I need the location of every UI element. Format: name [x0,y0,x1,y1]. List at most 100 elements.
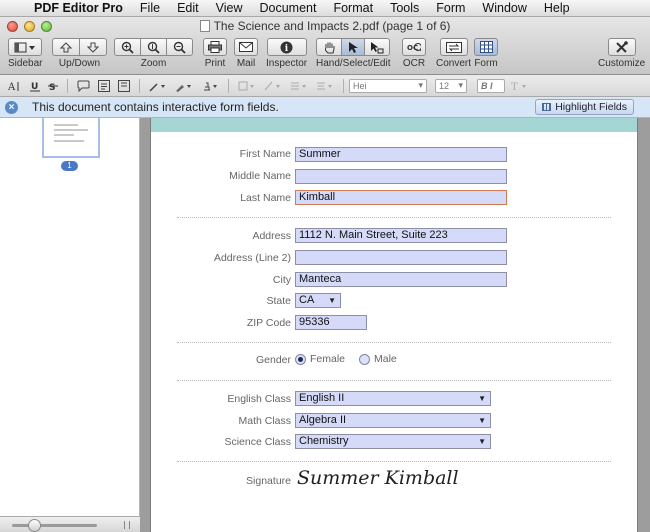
convert-button[interactable] [439,38,468,56]
form-tool: Form [474,38,498,69]
menu-document[interactable]: Document [251,1,325,15]
page-number-badge: 1 [61,161,78,171]
print-button[interactable] [203,38,227,56]
zip-code-field[interactable]: 95336 [295,315,367,330]
comment-icon[interactable] [77,80,90,92]
page-down-button[interactable] [79,38,107,56]
convert-label: Convert [436,58,472,69]
notice-message: This document contains interactive form … [32,100,279,114]
pen-icon[interactable] [149,80,167,92]
state-label: State [266,295,291,307]
resize-grip-icon[interactable] [124,521,130,529]
hand-select-edit-tool: Hand/Select/Edit [316,38,391,69]
zoom-out-button[interactable] [166,38,193,56]
window-title-text: The Science and Impacts 2.pdf (page 1 of… [213,19,451,33]
last-name-field[interactable]: Kimball [295,190,507,205]
menu-format[interactable]: Format [325,1,382,15]
thumb-line [54,124,78,126]
sidebar-button[interactable] [8,38,43,56]
zoom-tool: Zoom [114,38,193,69]
page-thumbnail[interactable] [42,118,100,158]
address-label: Address [252,230,291,242]
menu-view[interactable]: View [208,1,252,15]
highlight-fields-label: Highlight Fields [555,101,627,113]
page-header-band [151,118,637,132]
middle-name-field[interactable] [295,169,507,184]
menu-file[interactable]: File [132,1,169,15]
menu-edit[interactable]: Edit [169,1,208,15]
first-name-label: First Name [239,148,291,160]
line-color-icon[interactable] [264,80,282,92]
gender-option-male[interactable]: Male [359,353,397,365]
city-field[interactable]: Manteca [295,272,507,287]
mail-label: Mail [236,58,256,69]
main-toolbar: Sidebar Up/Down Zoom Print Mail i Inspec… [0,38,650,72]
ocr-icon: OC [407,43,421,52]
text-align-icon[interactable] [316,80,334,92]
menu-help[interactable]: Help [536,1,579,15]
state-select[interactable]: CA ▼ [295,293,341,308]
math-class-select[interactable]: Algebra II ▼ [295,413,491,428]
bold-italic-label: B I [481,80,493,91]
close-notice-icon[interactable]: × [5,100,18,114]
font-family-select[interactable]: Hei ▾ [349,78,427,93]
zoom-in-button[interactable] [114,38,141,56]
window-title: The Science and Impacts 2.pdf (page 1 of… [0,19,650,33]
address-line2-field[interactable] [295,250,507,265]
thumbnail-zoom-strip [0,516,140,532]
gender-option-female[interactable]: Female [295,353,345,365]
highlight-fields-button[interactable]: Highlight Fields [535,99,634,115]
state-value: CA [299,294,315,306]
menu-window[interactable]: Window [474,1,535,15]
text-tool-icon[interactable]: T [511,80,529,92]
thumbnail-size-track[interactable] [12,524,97,527]
font-family-value: Hei [353,80,367,91]
address-field[interactable]: 1112 N. Main Street, Suite 223 [295,228,507,243]
zoom-out-icon [173,41,186,54]
english-class-select[interactable]: English II ▼ [295,391,491,406]
highlighter-icon[interactable] [175,80,193,92]
font-size-select[interactable]: 12 ▾ [435,78,467,93]
thumbnail-size-slider[interactable] [28,519,41,532]
page-up-button[interactable] [52,38,80,56]
hand-select-edit-label: Hand/Select/Edit [316,58,391,69]
strikethrough-icon[interactable]: S [48,80,58,92]
updown-label: Up/Down [58,58,101,69]
convert-tool: Convert [436,38,471,69]
radio-selected-icon[interactable] [295,353,306,365]
mail-button[interactable] [234,38,258,56]
line-style-icon[interactable] [290,80,308,92]
separator [67,78,68,93]
female-label: Female [310,353,346,365]
math-class-label: Math Class [238,415,291,427]
form-grid-icon [479,41,493,53]
inspector-button[interactable]: i [266,38,307,56]
science-class-select[interactable]: Chemistry ▼ [295,434,491,449]
ocr-button[interactable]: OC [402,38,426,56]
note-icon[interactable] [118,79,130,92]
menu-form[interactable]: Form [428,1,474,15]
signature-field[interactable]: Summer Kimball [297,467,459,489]
zoom-actual-button[interactable] [140,38,167,56]
stamp-icon[interactable] [201,80,219,92]
print-label: Print [204,58,226,69]
menu-app-name[interactable]: PDF Editor Pro [30,1,132,15]
svg-text:T: T [511,82,518,92]
middle-name-label: Middle Name [229,170,291,182]
first-name-field[interactable]: Summer [295,147,507,162]
radio-unselected-icon[interactable] [359,353,370,365]
text-style-icon[interactable]: A [8,80,22,92]
menu-bar: PDF Editor Pro File Edit View Document F… [0,0,650,17]
select-tool-button[interactable] [341,38,366,56]
menu-tools[interactable]: Tools [382,1,428,15]
shape-color-icon[interactable] [238,80,256,92]
textbox-icon[interactable] [98,79,110,92]
bold-italic-toggle[interactable]: B I [477,78,505,93]
hand-tool-button[interactable] [316,38,343,56]
customize-button[interactable] [607,38,636,56]
underline-icon[interactable]: U [30,80,40,92]
form-button[interactable] [474,38,498,56]
hand-icon [324,42,335,53]
inspector-label: Inspector [266,58,308,69]
edit-tool-button[interactable] [364,38,391,56]
